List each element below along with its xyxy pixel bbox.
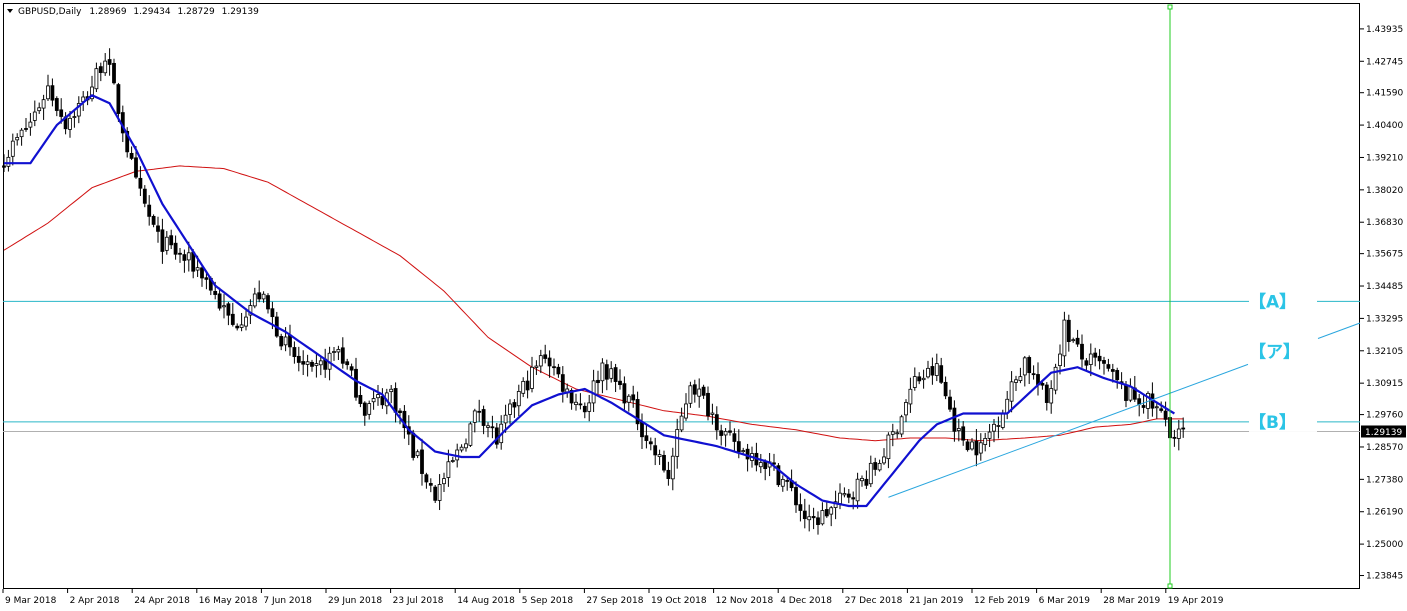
x-tick-label: 28 Mar 2019 xyxy=(1103,596,1160,606)
open-value: 1.28969 xyxy=(89,7,126,17)
x-tick-label: 14 Aug 2018 xyxy=(457,596,515,606)
x-tick-label: 16 May 2018 xyxy=(199,596,258,606)
y-tick-label: 1.27380 xyxy=(1366,475,1403,485)
annotation-label: 【B】 xyxy=(1249,412,1296,433)
price-chart[interactable]: 【A】【ア】【B】 1.43935 1.42745 1.41590 1.40400 1.… xyxy=(0,0,1407,611)
x-tick-label: 2 Apr 2018 xyxy=(70,596,120,606)
symbol-label: GBPUSD,Daily xyxy=(18,7,82,17)
y-tick-label: 1.30915 xyxy=(1366,379,1403,389)
x-tick-label: 12 Nov 2018 xyxy=(716,596,774,606)
y-tick-label: 1.42745 xyxy=(1366,57,1403,67)
candle xyxy=(1053,363,1058,395)
x-tick-label: 4 Dec 2018 xyxy=(780,596,832,606)
chart-background xyxy=(0,0,1407,611)
x-tick-label: 27 Sep 2018 xyxy=(586,596,643,606)
y-tick-label: 1.28570 xyxy=(1366,443,1403,453)
x-tick-label: 5 Sep 2018 xyxy=(522,596,574,606)
candle xyxy=(899,414,904,438)
y-tick-label: 1.34485 xyxy=(1366,282,1403,292)
y-tick-label: 1.32105 xyxy=(1366,347,1403,357)
x-tick-label: 9 Mar 2018 xyxy=(5,596,57,606)
close-value: 1.29139 xyxy=(222,7,259,17)
y-tick-label: 1.43935 xyxy=(1366,25,1403,35)
annotation-label: 【ア】 xyxy=(1249,341,1300,362)
high-value: 1.29434 xyxy=(133,7,170,17)
low-value: 1.28729 xyxy=(178,7,215,17)
x-tick-label: 21 Jan 2019 xyxy=(909,596,963,606)
y-tick-label: 1.25000 xyxy=(1366,540,1403,550)
y-tick-label: 1.36830 xyxy=(1366,218,1403,228)
x-tick-label: 19 Apr 2019 xyxy=(1168,596,1224,606)
y-tick-label: 1.29760 xyxy=(1366,411,1403,421)
y-tick-label: 1.26190 xyxy=(1366,508,1403,518)
candle xyxy=(433,484,438,503)
x-tick-label: 6 Mar 2019 xyxy=(1039,596,1091,606)
x-tick-label: 19 Oct 2018 xyxy=(651,596,707,606)
y-tick-label: 1.39210 xyxy=(1366,153,1403,163)
y-tick-label: 1.33295 xyxy=(1366,314,1403,324)
candle xyxy=(468,421,473,448)
current-price-tag-label: 1.29139 xyxy=(1365,428,1402,438)
y-tick-label: 1.40400 xyxy=(1366,121,1403,131)
x-tick-label: 27 Dec 2018 xyxy=(845,596,903,606)
x-tick-label: 24 Apr 2018 xyxy=(134,596,190,606)
candle xyxy=(776,463,781,487)
y-tick-label: 1.38020 xyxy=(1366,186,1403,196)
chart-header: GBPUSD,Daily 1.28969 1.29434 1.28729 1.2… xyxy=(7,7,259,17)
x-tick-label: 29 Jun 2018 xyxy=(328,596,382,606)
y-tick-label: 1.35675 xyxy=(1366,250,1403,260)
x-tick-label: 12 Feb 2019 xyxy=(974,596,1030,606)
y-tick-label: 1.23845 xyxy=(1366,572,1403,582)
x-tick-label: 23 Jul 2018 xyxy=(393,596,444,606)
annotation-label: 【A】 xyxy=(1249,291,1296,312)
chart-window[interactable]: 【A】【ア】【B】 1.43935 1.42745 1.41590 1.40400 1.… xyxy=(0,0,1407,611)
y-tick-label: 1.41590 xyxy=(1366,89,1403,99)
svg-text:GBPUSD,Daily 1.28969: GBPUSD,Daily 1.28969 1.29434 1.28729 1.2… xyxy=(18,7,259,17)
x-tick-label: 7 Jun 2018 xyxy=(263,596,312,606)
vertical-line-handle-top[interactable] xyxy=(1167,4,1173,10)
vertical-line-handle-bottom[interactable] xyxy=(1167,583,1173,589)
